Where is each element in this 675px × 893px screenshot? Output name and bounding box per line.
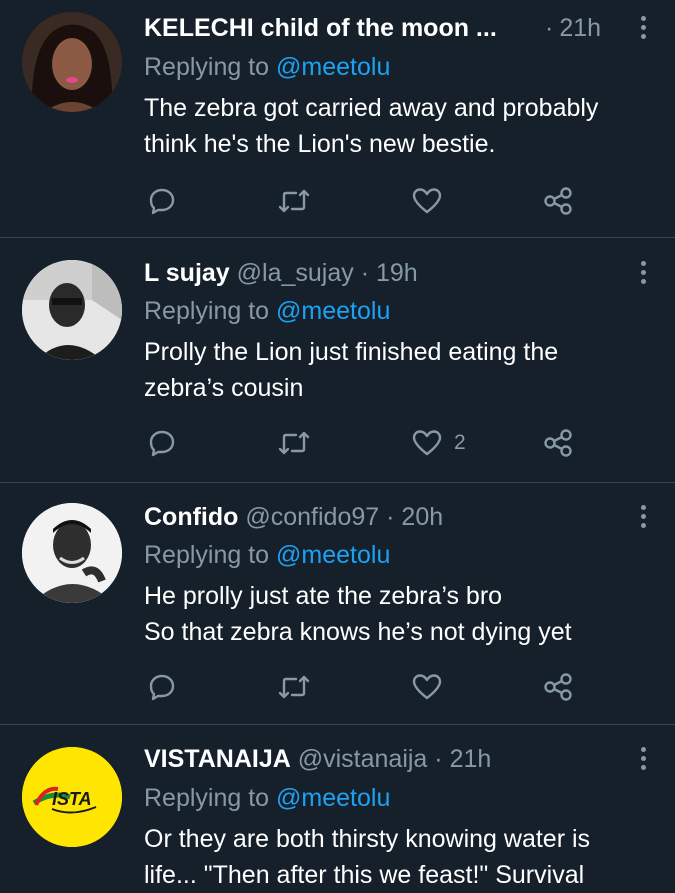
retweet-icon[interactable]: [278, 425, 310, 461]
like-icon[interactable]: [412, 183, 454, 219]
replying-label: Replying to: [144, 53, 270, 81]
replying-label: Replying to: [144, 784, 270, 812]
separator: ·: [545, 14, 554, 42]
action-bar: 2: [0, 425, 675, 461]
tweet-line: Prolly the Lion just finished eating the: [144, 338, 559, 366]
timestamp[interactable]: 20h: [401, 503, 443, 531]
mention-link[interactable]: @meetolu: [276, 53, 390, 81]
mention-link[interactable]: @meetolu: [276, 297, 390, 325]
more-icon[interactable]: [639, 261, 647, 291]
avatar[interactable]: ISTA: [22, 747, 122, 847]
author-handle[interactable]: @confido97: [245, 503, 379, 531]
tweet-line: The zebra got carried away and probably: [144, 94, 599, 122]
retweet-icon[interactable]: [278, 669, 310, 705]
reply-icon[interactable]: [148, 425, 176, 461]
tweet-4[interactable]: ISTA VISTANAIJA @vistanaija · 21h Replyi…: [0, 725, 675, 889]
tweet-text: Prolly the Lion just finished eating the…: [144, 334, 659, 406]
separator: ·: [360, 259, 370, 287]
timestamp[interactable]: 19h: [376, 259, 418, 287]
author-handle[interactable]: @vistanaija: [298, 745, 428, 773]
separator: ·: [386, 503, 395, 531]
replying-label: Replying to: [144, 297, 270, 325]
tweet-text: He prolly just ate the zebra’s bro So th…: [144, 578, 659, 650]
tweet-line: life... "Then after this we feast!" Surv…: [144, 861, 585, 889]
avatar[interactable]: [22, 503, 122, 603]
author-name[interactable]: VISTANAIJA: [144, 745, 291, 773]
reply-icon[interactable]: [148, 669, 176, 705]
reply-feed: KELECHI child of the moon ... · 21h Reply…: [0, 0, 675, 889]
tweet-2[interactable]: L sujay @la_sujay · 19h Replying to @mee…: [0, 238, 675, 482]
action-bar: [0, 183, 675, 219]
tweet-line: He prolly just ate the zebra’s bro: [144, 582, 503, 610]
timestamp[interactable]: 21h: [450, 745, 492, 773]
like-icon[interactable]: 2: [412, 425, 466, 461]
author-name[interactable]: Confido: [144, 503, 238, 531]
retweet-icon[interactable]: [278, 183, 310, 219]
author-name[interactable]: KELECHI child of the moon ...: [144, 14, 497, 42]
avatar[interactable]: [22, 260, 122, 360]
reply-icon[interactable]: [148, 183, 176, 219]
share-icon[interactable]: [543, 669, 573, 705]
replying-to: Replying to @meetolu: [144, 294, 390, 328]
tweet-text: The zebra got carried away and probably …: [144, 90, 659, 162]
replying-to: Replying to @meetolu: [144, 538, 390, 572]
like-icon[interactable]: [412, 669, 454, 705]
more-icon[interactable]: [639, 16, 647, 46]
tweet-line: zebra’s cousin: [144, 374, 304, 402]
more-icon[interactable]: [639, 747, 647, 777]
avatar-logo-text: ISTA: [52, 789, 92, 809]
action-bar: [0, 669, 675, 705]
avatar[interactable]: [22, 12, 122, 112]
timestamp[interactable]: 21h: [559, 14, 601, 42]
mention-link[interactable]: @meetolu: [276, 541, 390, 569]
share-icon[interactable]: [543, 425, 573, 461]
tweet-line: Or they are both thirsty knowing water i…: [144, 825, 591, 853]
author-handle[interactable]: @la_sujay: [237, 259, 354, 287]
tweet-text: Or they are both thirsty knowing water i…: [144, 821, 659, 893]
more-icon[interactable]: [639, 505, 647, 535]
replying-label: Replying to: [144, 541, 270, 569]
tweet-line: So that zebra knows he’s not dying yet: [144, 618, 572, 646]
tweet-3[interactable]: Confido @confido97 · 20h Replying to @me…: [0, 483, 675, 724]
tweet-1[interactable]: KELECHI child of the moon ... · 21h Reply…: [0, 0, 675, 237]
author-name[interactable]: L sujay: [144, 259, 230, 287]
separator: ·: [434, 745, 443, 773]
share-icon[interactable]: [543, 183, 573, 219]
tweet-line: think he's the Lion's new bestie.: [144, 130, 496, 158]
replying-to: Replying to @meetolu: [144, 50, 390, 84]
mention-link[interactable]: @meetolu: [276, 784, 390, 812]
replying-to: Replying to @meetolu: [144, 781, 390, 815]
like-count: 2: [454, 431, 466, 454]
